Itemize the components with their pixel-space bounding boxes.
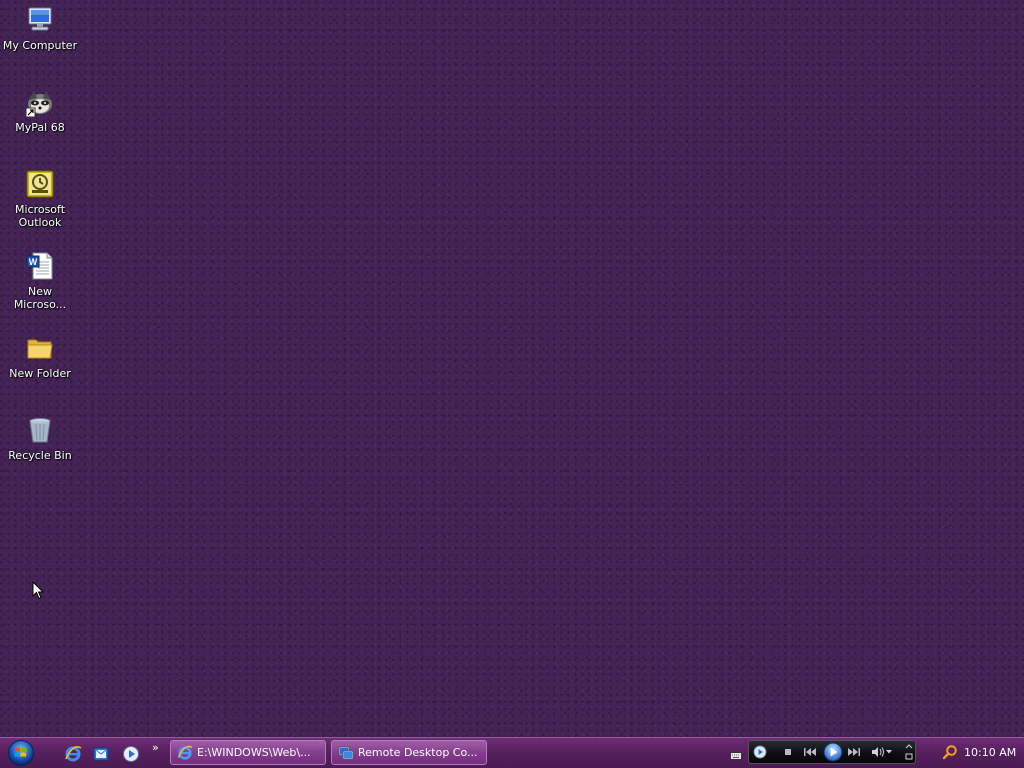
folder-icon <box>23 331 57 365</box>
icon-label: Microsoft Outlook <box>2 203 78 229</box>
play-icon <box>823 742 843 762</box>
start-button[interactable] <box>6 739 36 767</box>
icon-label: Recycle Bin <box>8 449 72 462</box>
task-button-explorer[interactable]: E:\WINDOWS\Web\... <box>170 740 326 765</box>
recycle-bin-icon <box>23 413 57 447</box>
icon-label: New Folder <box>9 367 71 380</box>
restore-player-icon[interactable] <box>904 742 914 762</box>
clock[interactable]: 10:10 AM <box>964 746 1016 759</box>
icon-label: MyPal 68 <box>15 121 65 134</box>
computer-icon <box>23 3 57 37</box>
task-button-label: E:\WINDOWS\Web\... <box>197 746 311 759</box>
icon-label-line: Microsoft <box>14 203 66 216</box>
desktop-icon-mypal[interactable]: MyPal 68 <box>0 85 80 134</box>
icon-label: My Computer <box>2 39 78 52</box>
quicklaunch-outlook-express[interactable] <box>92 745 110 763</box>
quicklaunch-ie[interactable] <box>64 745 82 763</box>
desktop-icon-recycle-bin[interactable]: Recycle Bin <box>0 413 80 462</box>
outlook-express-icon <box>93 747 109 761</box>
search-icon[interactable] <box>942 744 958 760</box>
media-player-toolbar <box>748 740 916 764</box>
previous-icon[interactable] <box>803 745 817 759</box>
next-icon[interactable] <box>847 745 861 759</box>
play-button[interactable] <box>823 742 843 762</box>
chevron-down-icon[interactable] <box>885 745 893 759</box>
taskbar: » E:\WINDOWS\Web\... Remote Desktop Co..… <box>0 737 1024 768</box>
ie-icon <box>177 745 193 761</box>
desktop-icon-my-computer[interactable]: My Computer <box>0 3 80 52</box>
outlook-icon <box>23 167 57 201</box>
icon-label-line: Outlook <box>18 216 62 229</box>
volume-icon[interactable] <box>871 745 885 759</box>
mouse-cursor-icon <box>32 580 45 604</box>
task-button-label: Remote Desktop Co... <box>358 746 478 759</box>
quicklaunch-more-button[interactable]: » <box>152 741 159 754</box>
desktop-icon-word-doc[interactable]: W New Microso... <box>0 249 80 311</box>
stop-icon[interactable] <box>781 745 795 759</box>
remote-desktop-icon <box>338 745 354 761</box>
ie-icon <box>65 746 82 762</box>
desktop-icon-outlook[interactable]: Microsoft Outlook <box>0 167 80 229</box>
icon-label-line: New <box>28 285 52 298</box>
task-button-remote-desktop[interactable]: Remote Desktop Co... <box>331 740 487 765</box>
icon-label-line: Microso... <box>13 298 67 311</box>
icon-label: New Microso... <box>2 285 78 311</box>
desktop-icon-new-folder[interactable]: New Folder <box>0 331 80 380</box>
keyboard-icon[interactable] <box>730 747 742 760</box>
media-player-icon[interactable] <box>753 745 767 759</box>
quicklaunch-media-player[interactable] <box>122 745 140 763</box>
start-orb-icon <box>8 740 34 766</box>
svg-text:W: W <box>29 257 38 267</box>
raccoon-icon <box>23 85 57 119</box>
word-doc-icon: W <box>23 249 57 283</box>
media-player-icon <box>123 746 139 762</box>
